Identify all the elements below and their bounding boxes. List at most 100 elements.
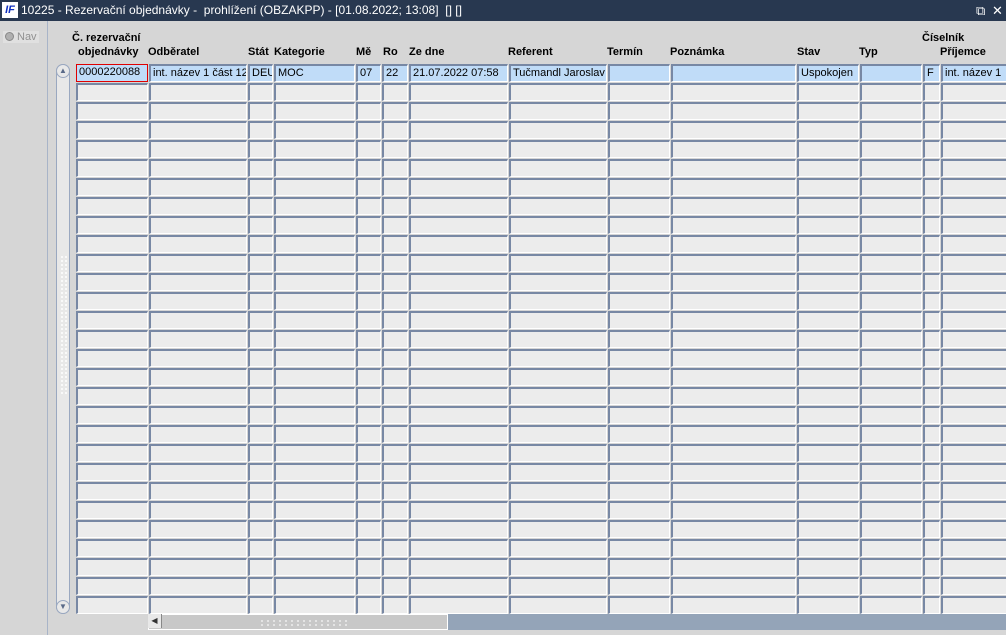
cell-year[interactable] xyxy=(382,273,408,291)
cell-customer[interactable] xyxy=(149,102,247,120)
cell-term[interactable] xyxy=(608,539,670,557)
cell-order-no[interactable] xyxy=(76,178,148,196)
cell-date[interactable] xyxy=(409,463,508,481)
cell-year[interactable] xyxy=(382,292,408,310)
cell-referent[interactable] xyxy=(509,425,607,443)
cell-order-no[interactable] xyxy=(76,83,148,101)
cell-year[interactable] xyxy=(382,387,408,405)
cell-type[interactable] xyxy=(860,425,922,443)
cell-referent[interactable] xyxy=(509,387,607,405)
cell-referent[interactable]: Tučmandl Jaroslav xyxy=(509,64,607,82)
cell-term[interactable] xyxy=(608,140,670,158)
cell-referent[interactable] xyxy=(509,501,607,519)
cell-codelist[interactable] xyxy=(923,330,940,348)
cell-order-no[interactable] xyxy=(76,444,148,462)
cell-recipient[interactable] xyxy=(941,539,1006,557)
cell-category[interactable] xyxy=(274,311,355,329)
cell-year[interactable] xyxy=(382,558,408,576)
cell-status[interactable] xyxy=(797,121,859,139)
cell-codelist[interactable] xyxy=(923,349,940,367)
cell-customer[interactable] xyxy=(149,425,247,443)
cell-customer[interactable] xyxy=(149,349,247,367)
cell-note[interactable] xyxy=(671,577,796,595)
cell-referent[interactable] xyxy=(509,463,607,481)
cell-date[interactable] xyxy=(409,311,508,329)
cell-codelist[interactable] xyxy=(923,292,940,310)
cell-date[interactable] xyxy=(409,558,508,576)
cell-recipient[interactable] xyxy=(941,368,1006,386)
cell-date[interactable] xyxy=(409,539,508,557)
cell-month[interactable] xyxy=(356,178,381,196)
cell-recipient[interactable] xyxy=(941,102,1006,120)
cell-order-no[interactable] xyxy=(76,368,148,386)
cell-recipient[interactable] xyxy=(941,501,1006,519)
cell-order-no[interactable] xyxy=(76,197,148,215)
cell-note[interactable] xyxy=(671,121,796,139)
cell-customer[interactable] xyxy=(149,121,247,139)
cell-month[interactable] xyxy=(356,330,381,348)
cell-date[interactable] xyxy=(409,577,508,595)
cell-codelist[interactable] xyxy=(923,539,940,557)
cell-month[interactable] xyxy=(356,444,381,462)
cell-referent[interactable] xyxy=(509,311,607,329)
cell-category[interactable] xyxy=(274,216,355,234)
cell-country[interactable] xyxy=(248,83,273,101)
cell-month[interactable] xyxy=(356,121,381,139)
cell-referent[interactable] xyxy=(509,368,607,386)
cell-date[interactable] xyxy=(409,273,508,291)
cell-customer[interactable] xyxy=(149,387,247,405)
cell-category[interactable] xyxy=(274,520,355,538)
cell-country[interactable] xyxy=(248,235,273,253)
cell-category[interactable] xyxy=(274,102,355,120)
cell-type[interactable] xyxy=(860,178,922,196)
cell-term[interactable] xyxy=(608,197,670,215)
cell-country[interactable] xyxy=(248,121,273,139)
cell-category[interactable] xyxy=(274,349,355,367)
cell-note[interactable] xyxy=(671,425,796,443)
cell-month[interactable] xyxy=(356,140,381,158)
cell-country[interactable] xyxy=(248,482,273,500)
cell-referent[interactable] xyxy=(509,121,607,139)
cell-recipient[interactable] xyxy=(941,349,1006,367)
cell-country[interactable] xyxy=(248,406,273,424)
horizontal-scroll-thumb[interactable] xyxy=(148,614,448,630)
cell-category[interactable] xyxy=(274,273,355,291)
cell-codelist[interactable] xyxy=(923,463,940,481)
cell-note[interactable] xyxy=(671,368,796,386)
cell-referent[interactable] xyxy=(509,406,607,424)
cell-term[interactable] xyxy=(608,482,670,500)
cell-type[interactable] xyxy=(860,121,922,139)
cell-codelist[interactable] xyxy=(923,501,940,519)
cell-date[interactable] xyxy=(409,368,508,386)
cell-month[interactable] xyxy=(356,425,381,443)
cell-month[interactable] xyxy=(356,501,381,519)
restore-icon[interactable]: ⧉ xyxy=(976,0,985,21)
cell-codelist[interactable] xyxy=(923,83,940,101)
cell-note[interactable] xyxy=(671,197,796,215)
cell-order-no[interactable] xyxy=(76,311,148,329)
cell-recipient[interactable] xyxy=(941,558,1006,576)
cell-codelist[interactable] xyxy=(923,311,940,329)
cell-note[interactable] xyxy=(671,330,796,348)
cell-recipient[interactable] xyxy=(941,273,1006,291)
cell-category[interactable]: MOC xyxy=(274,64,355,82)
cell-type[interactable] xyxy=(860,482,922,500)
cell-date[interactable] xyxy=(409,330,508,348)
cell-recipient[interactable] xyxy=(941,406,1006,424)
cell-status[interactable] xyxy=(797,216,859,234)
cell-type[interactable] xyxy=(860,406,922,424)
cell-note[interactable] xyxy=(671,102,796,120)
cell-month[interactable] xyxy=(356,292,381,310)
cell-status[interactable] xyxy=(797,444,859,462)
cell-codelist[interactable] xyxy=(923,273,940,291)
cell-recipient[interactable] xyxy=(941,197,1006,215)
cell-type[interactable] xyxy=(860,197,922,215)
cell-customer[interactable] xyxy=(149,482,247,500)
cell-month[interactable] xyxy=(356,596,381,614)
cell-status[interactable]: Uspokojen xyxy=(797,64,859,82)
cell-note[interactable] xyxy=(671,140,796,158)
cell-country[interactable] xyxy=(248,501,273,519)
cell-term[interactable] xyxy=(608,121,670,139)
cell-term[interactable] xyxy=(608,368,670,386)
cell-note[interactable] xyxy=(671,596,796,614)
